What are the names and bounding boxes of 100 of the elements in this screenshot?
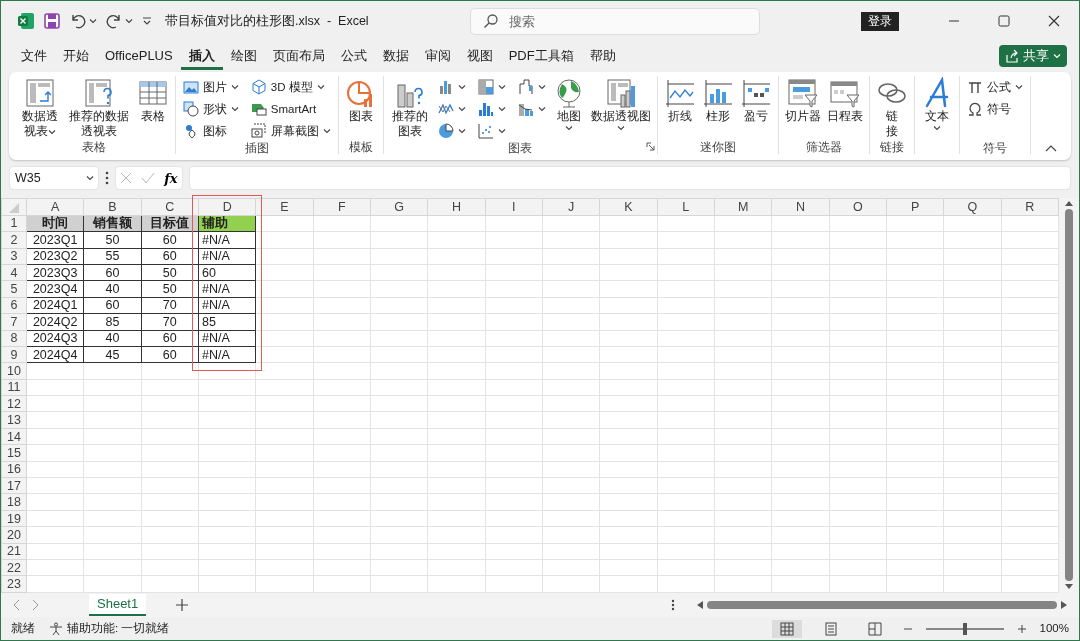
ribbon-button[interactable]: 屏幕截图 [247,120,334,143]
ribbon-button[interactable]: 图片 [179,76,242,99]
group-label: 筛选器 [806,140,843,155]
ribbon-button[interactable]: 表格 [134,76,171,125]
menu-tab[interactable]: 视图 [458,44,501,71]
insert-function-button[interactable]: fx [164,170,178,187]
table-cell: 2023Q4 [26,280,84,298]
table-cell: 2023Q2 [26,248,84,265]
table-cell: 50 [141,280,199,298]
search-field[interactable]: 搜索 [469,7,760,35]
column-header[interactable]: L [657,198,715,216]
menu-tab[interactable]: 帮助 [581,44,624,71]
menu-tab[interactable]: 页面布局 [264,44,333,71]
menu-tab[interactable]: 文件 [13,44,55,71]
window-title: 带目标值对比的柱形图.xlsx - Excel [165,13,369,29]
menu-tab[interactable]: 数据 [374,44,417,71]
column-header[interactable]: O [829,198,887,216]
column-header[interactable]: P [886,198,944,216]
ribbon-button[interactable]: 日程表 [825,76,866,125]
column-header[interactable]: K [599,198,658,216]
screenshot-icon [250,123,267,140]
login-button[interactable]: 登录 [861,12,899,31]
vertical-scrollbar[interactable] [1065,209,1073,582]
prev-sheet-icon [13,598,21,611]
ribbon-button[interactable]: 柱形 [700,76,737,125]
ribbon-button[interactable]: 地图 [551,76,588,133]
formula-input[interactable] [189,166,1071,191]
zoom-percent[interactable]: 100% [1039,621,1069,636]
menu-tab[interactable]: PDF工具箱 [500,44,582,71]
column-header[interactable]: N [771,198,830,216]
ribbon-button[interactable]: 数据透视图 [589,76,654,133]
save-icon [43,12,61,31]
table-cell: 45 [83,346,142,363]
ribbon-button[interactable]: 推荐的图表 [387,76,434,140]
scroll-left-icon [697,600,703,609]
ribbon-button[interactable]: 链接 [874,76,911,140]
menu-tab[interactable]: 公式 [332,44,375,71]
slider-thumb[interactable] [962,622,967,635]
table-cell: #N/A [198,346,256,363]
ribbon-button[interactable]: 折线 [662,76,699,125]
column-header[interactable]: D [198,198,256,216]
ribbon-button[interactable]: 3D 模型 [247,76,334,99]
excel-logo [17,12,35,31]
share-button[interactable]: 共享 [999,45,1067,67]
ribbon-button[interactable]: 公式 [964,76,1027,99]
table-cell: 60 [83,297,142,314]
line-sparkline-icon [664,77,697,110]
sheet-tab[interactable]: Sheet1 [89,594,147,616]
column-header[interactable]: I [485,198,543,216]
ribbon-button[interactable]: SmartArt [247,98,334,121]
table-cell: 55 [83,248,142,265]
omega-icon [967,101,984,118]
column-header[interactable]: C [141,198,199,216]
page-break-icon [867,621,882,636]
ribbon-button[interactable]: 符号 [964,98,1027,121]
table-cell: #N/A [198,248,256,265]
slicer-icon [787,77,820,110]
caret-icon [89,17,97,26]
horizontal-scrollbar[interactable] [707,600,1057,609]
table-cell: 50 [141,264,199,281]
menu-tab[interactable]: 绘图 [222,44,265,71]
more-icon [671,598,675,611]
group-label: 图表 [508,142,533,157]
plus-icon [176,598,189,611]
name-box[interactable]: W35 [9,166,99,191]
menu-tab[interactable]: OfficePLUS [97,44,181,71]
column-header[interactable]: M [714,198,772,216]
table-cell: 60 [141,231,199,249]
group-label: 链接 [880,140,905,155]
ribbon-button[interactable]: 文本 [919,76,956,133]
maximize-icon [998,15,1010,28]
table-cell: 2023Q1 [26,231,84,249]
shapes-icon [182,101,199,118]
redo-icon [105,12,123,31]
ribbon-button[interactable]: 盈亏 [738,76,775,125]
column-header[interactable]: H [427,198,486,216]
column-header[interactable]: E [255,198,314,216]
ribbon-button[interactable]: 图表 [342,76,379,125]
column-header[interactable]: G [370,198,428,216]
ribbon-button[interactable]: 推荐的数据透视表 [64,76,133,140]
column-header[interactable]: A [26,198,84,216]
view-button[interactable] [771,619,802,638]
table-cell: 70 [141,297,199,314]
table-cell: 40 [83,330,142,347]
column-header[interactable]: B [83,198,142,216]
ribbon-button[interactable]: 切片器 [783,76,824,125]
close-icon [1048,15,1060,28]
ribbon-button[interactable]: 图标 [179,120,242,143]
pivot-table-icon [23,77,56,110]
page-layout-icon [823,621,838,636]
ribbon-button[interactable]: 数据透视表 [17,76,63,140]
menu-tab[interactable]: 审阅 [416,44,459,71]
column-header[interactable]: J [542,198,600,216]
column-header[interactable]: F [313,198,371,216]
column-header[interactable]: Q [943,198,1002,216]
ribbon-button[interactable]: 形状 [179,98,242,121]
accessibility-status[interactable]: 辅助功能: 一切就绪 [67,621,170,636]
pivot-chart-icon [605,77,638,110]
column-header[interactable]: R [1001,198,1059,216]
menu-tab[interactable]: 开始 [55,44,97,71]
